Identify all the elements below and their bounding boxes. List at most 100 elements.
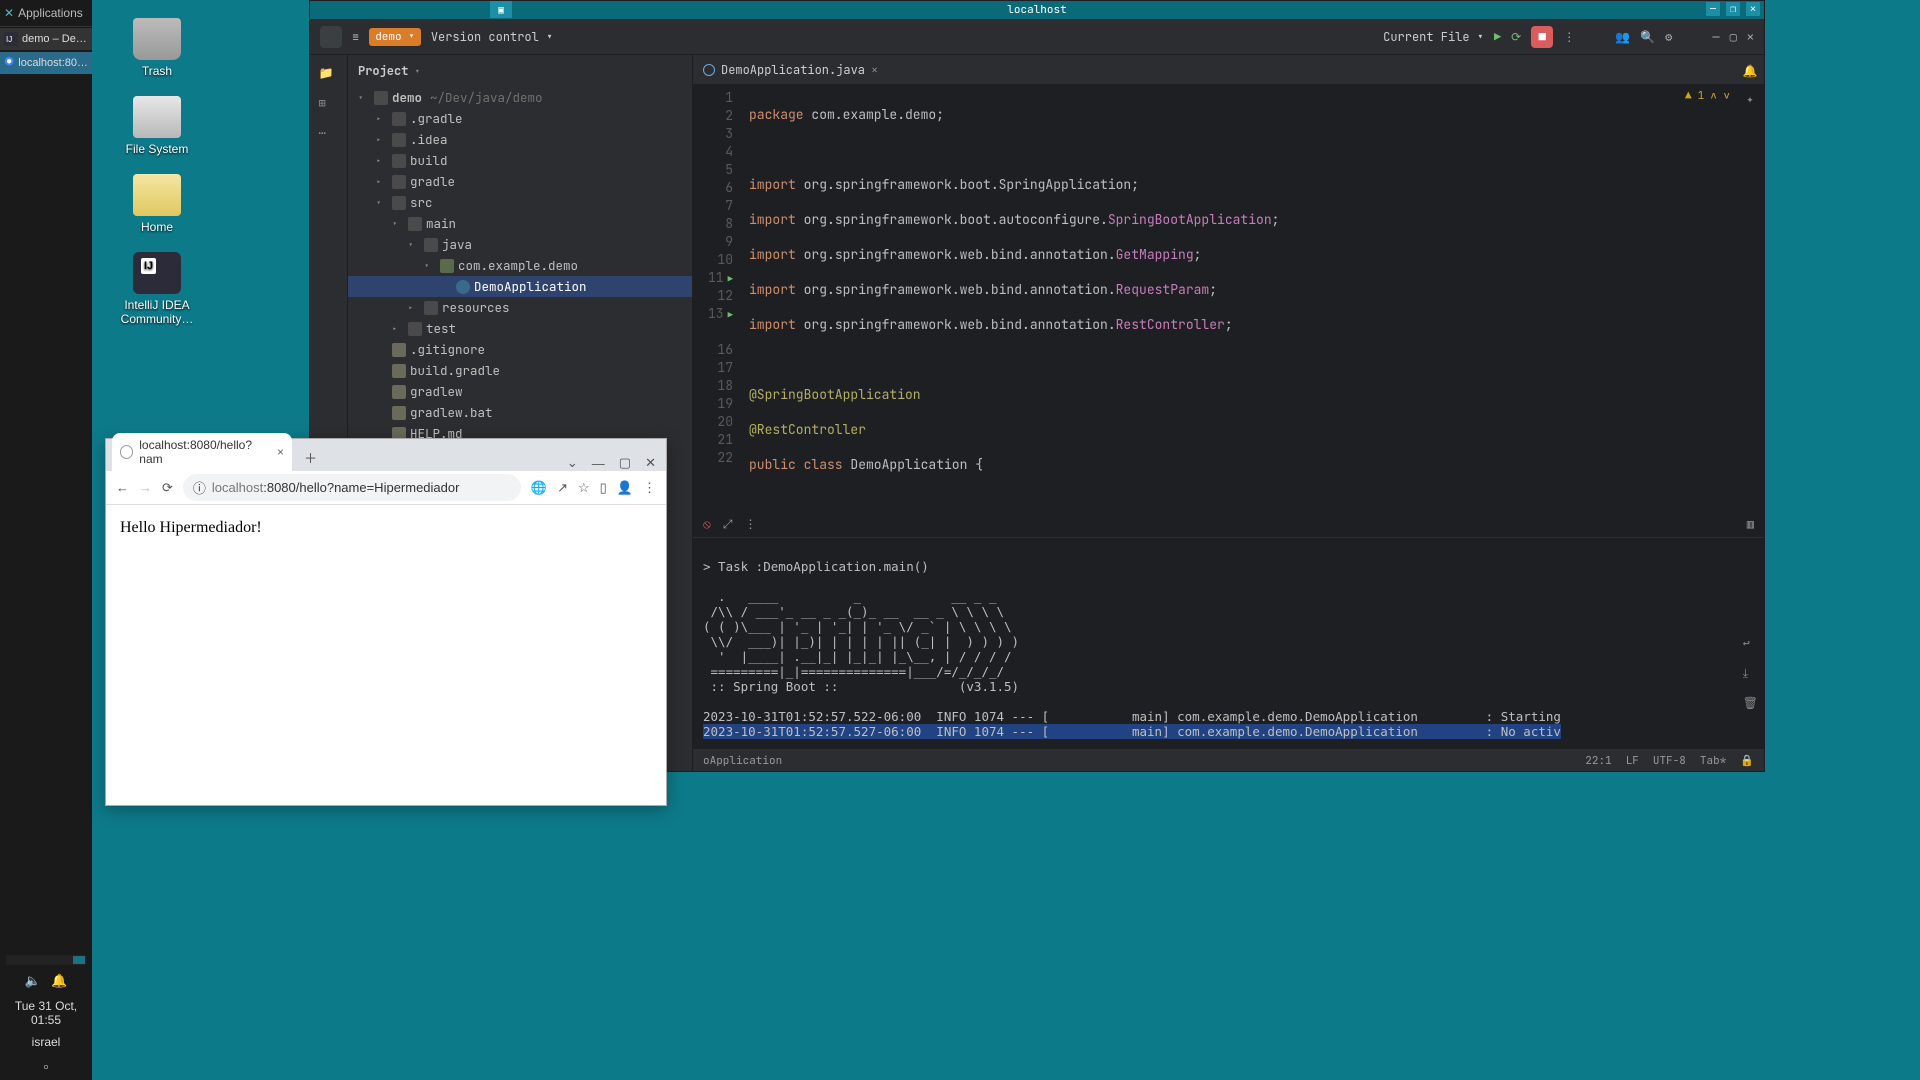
search-icon[interactable]: 🔍: [1640, 29, 1655, 45]
back-button[interactable]: ←: [116, 480, 129, 495]
exit-icon[interactable]: ⤢: [723, 516, 733, 532]
window-maximize-icon[interactable]: ❐: [1726, 2, 1740, 16]
clock[interactable]: Tue 31 Oct, 01:55: [0, 995, 92, 1031]
desktop-icon-home[interactable]: Home: [102, 174, 212, 234]
code-editor[interactable]: 1∧ ∨ 1234567891011121316171819202122 pac…: [693, 85, 1764, 509]
chevron-down-icon[interactable]: ⌄: [563, 455, 582, 471]
stop-button[interactable]: ■: [1531, 26, 1553, 48]
debug-icon[interactable]: ⟳: [1511, 29, 1521, 45]
close-tab-icon[interactable]: ×: [277, 445, 284, 459]
menu-icon[interactable]: ⋮: [643, 480, 656, 496]
run-icon[interactable]: ▶: [1494, 29, 1501, 45]
folder-icon: [392, 175, 406, 189]
tree-item[interactable]: ▾src: [348, 192, 692, 213]
system-tray: 🔈 🔔: [0, 967, 92, 995]
bookmark-icon[interactable]: ☆: [578, 480, 590, 496]
project-tool-icon[interactable]: 📁: [319, 65, 339, 81]
window-minimize-icon[interactable]: —: [1706, 2, 1720, 16]
hamburger-icon[interactable]: ≡: [352, 29, 359, 45]
ai-assist-icon[interactable]: ✦: [1746, 91, 1753, 107]
tree-item[interactable]: .gitignore: [348, 339, 692, 360]
run-console[interactable]: > Task :DemoApplication.main() . ____ _ …: [693, 538, 1764, 749]
new-tab-button[interactable]: ＋: [298, 444, 323, 471]
close-tab-icon[interactable]: ×: [871, 62, 878, 78]
more-tools-icon[interactable]: ⋯: [319, 125, 339, 141]
tree-root[interactable]: ▾demo~/Dev/java/demo: [348, 87, 692, 108]
editor-tab[interactable]: DemoApplication.java ×: [703, 62, 878, 78]
desktop-icon-intellij[interactable]: IntelliJ IDEA Community…: [102, 252, 212, 326]
address-bar[interactable]: ⓘ localhost:8080/hello?name=Hipermediado…: [183, 474, 521, 501]
code-with-me-icon[interactable]: 👥: [1615, 29, 1630, 45]
sidepanel-icon[interactable]: ▯: [600, 480, 607, 496]
tree-item[interactable]: build.gradle: [348, 360, 692, 381]
volume-icon[interactable]: 🔈: [25, 973, 41, 989]
clear-icon[interactable]: 🗑: [1743, 695, 1758, 711]
file-encoding[interactable]: UTF-8: [1653, 754, 1686, 768]
user-label[interactable]: israel: [0, 1031, 92, 1059]
window-maximize-icon[interactable]: ▢: [615, 455, 635, 471]
disk-icon: [133, 96, 181, 138]
tree-item[interactable]: ▸.gradle: [348, 108, 692, 129]
run-config-selector[interactable]: Current File ▾: [1383, 29, 1484, 45]
tree-item-selected[interactable]: DemoApplication: [348, 276, 692, 297]
applications-menu-button[interactable]: Applications: [0, 0, 92, 27]
ide-minimize-icon[interactable]: —: [1712, 29, 1719, 45]
line-separator[interactable]: LF: [1626, 754, 1639, 768]
tree-item[interactable]: ▸.idea: [348, 129, 692, 150]
vcs-widget[interactable]: Version control ▾: [431, 29, 553, 45]
stop-process-icon[interactable]: ⦸: [703, 516, 711, 532]
indent-widget[interactable]: Tab*: [1700, 754, 1726, 768]
tree-item[interactable]: gradlew.bat: [348, 402, 692, 423]
source-folder-icon: [424, 238, 438, 252]
ide-maximize-icon[interactable]: ▢: [1730, 29, 1737, 45]
taskbar-item-chrome[interactable]: localhost:80…: [0, 52, 92, 74]
share-icon[interactable]: ↗: [557, 480, 568, 496]
tree-item[interactable]: gradlew: [348, 381, 692, 402]
readonly-lock-icon[interactable]: 🔒: [1740, 754, 1754, 768]
tree-item[interactable]: ▸build: [348, 150, 692, 171]
notifications-icon[interactable]: 🔔: [51, 973, 67, 989]
soft-wrap-icon[interactable]: ↩: [1743, 635, 1758, 651]
tree-item[interactable]: ▾com.example.demo: [348, 255, 692, 276]
desktop-icon-label: IntelliJ IDEA Community…: [121, 298, 194, 326]
taskbar-item-intellij[interactable]: IJ demo – De…: [0, 28, 92, 50]
more-icon[interactable]: ⋮: [1563, 29, 1575, 45]
notifications-tool-icon[interactable]: 🔔: [1743, 63, 1758, 79]
editor-tab-label: DemoApplication.java: [721, 62, 865, 78]
tree-item[interactable]: ▸resources: [348, 297, 692, 318]
settings-icon[interactable]: ⚙: [1665, 29, 1672, 45]
site-info-icon[interactable]: ⓘ: [193, 478, 206, 497]
desktop-icon-trash[interactable]: Trash: [102, 18, 212, 78]
scroll-to-end-icon[interactable]: ⤓: [1743, 665, 1758, 681]
tree-item[interactable]: ▾java: [348, 234, 692, 255]
forward-button[interactable]: →: [139, 480, 152, 495]
tree-item[interactable]: ▸test: [348, 318, 692, 339]
desktop-icon-filesystem[interactable]: File System: [102, 96, 212, 156]
layout-icon[interactable]: ▥: [1747, 516, 1754, 532]
browser-tab[interactable]: localhost:8080/hello?nam ×: [112, 433, 292, 471]
profile-icon[interactable]: 👤: [617, 480, 633, 496]
module-icon: [374, 91, 388, 105]
file-icon: [392, 406, 406, 420]
window-close-icon[interactable]: ✕: [641, 455, 660, 471]
structure-tool-icon[interactable]: ⊞: [319, 95, 339, 111]
caret-position[interactable]: 22:1: [1585, 754, 1611, 768]
intellij-icon: [133, 252, 181, 294]
inspections-widget[interactable]: 1∧ ∨: [1685, 89, 1730, 103]
more-icon[interactable]: ⋮: [744, 516, 756, 532]
tree-item[interactable]: ▸gradle: [348, 171, 692, 192]
folder-icon: [408, 217, 422, 231]
window-minimize-icon[interactable]: —: [588, 456, 609, 471]
translate-icon[interactable]: 🌐: [531, 480, 547, 496]
project-panel-header[interactable]: Project: [348, 55, 692, 87]
ide-close-icon[interactable]: ✕: [1747, 29, 1754, 45]
tree-item[interactable]: ▾main: [348, 213, 692, 234]
window-titlebar[interactable]: ▣ localhost — ❐ ✕: [310, 1, 1764, 19]
window-close-icon[interactable]: ✕: [1746, 2, 1760, 16]
reload-button[interactable]: ⟳: [162, 480, 173, 496]
code-content[interactable]: package com.example.demo; import org.spr…: [741, 85, 1764, 509]
project-widget-icon[interactable]: [320, 26, 342, 48]
project-name-badge[interactable]: demo ▾: [369, 28, 421, 46]
workspace-indicator[interactable]: [6, 955, 86, 965]
show-desktop-icon[interactable]: ▫: [0, 1059, 92, 1080]
